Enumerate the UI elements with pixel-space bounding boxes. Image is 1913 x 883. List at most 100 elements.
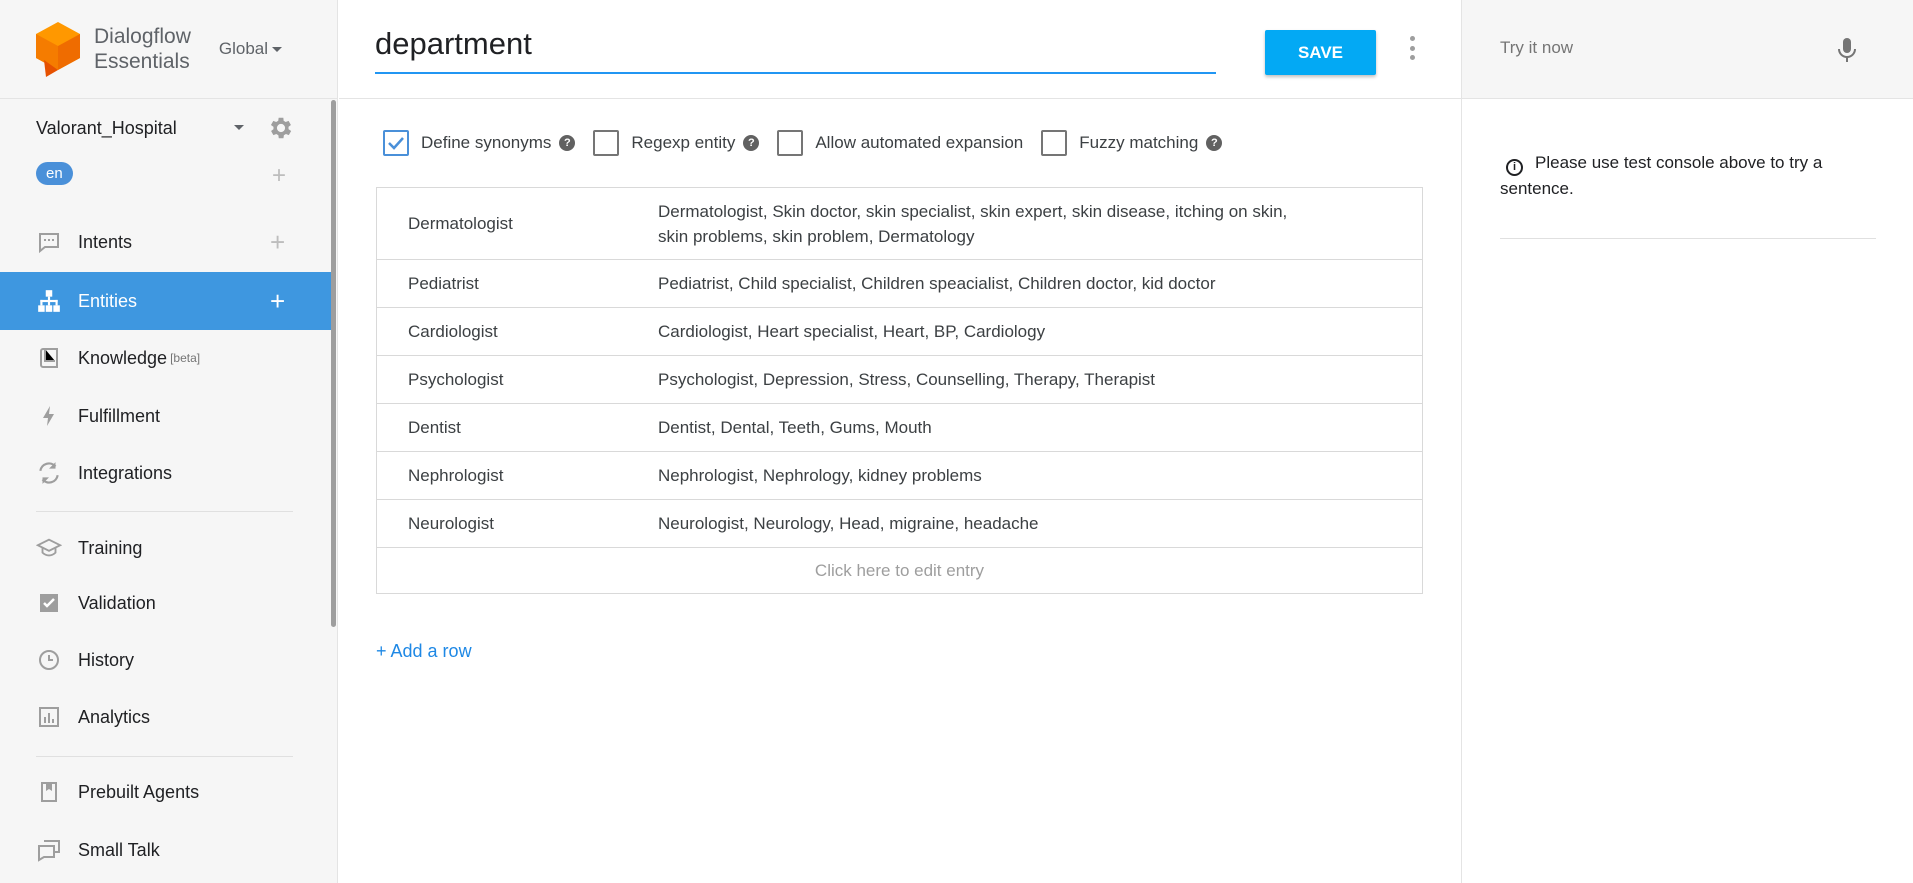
fuzzy-matching-label: Fuzzy matching (1079, 133, 1199, 152)
help-icon[interactable]: ? (559, 135, 576, 151)
sidebar-item-analytics[interactable]: Analytics (0, 688, 331, 746)
sidebar-item-small-talk[interactable]: Small Talk (0, 821, 331, 879)
region-label: Global (218, 39, 269, 58)
graduation-cap-icon (36, 535, 62, 561)
sidebar-scrollbar[interactable] (331, 100, 336, 627)
entry-synonyms[interactable]: Neurologist, Neurology, Head, migraine, … (658, 511, 1422, 536)
add-entity-icon[interactable]: + (270, 288, 285, 314)
add-intent-icon[interactable]: + (270, 229, 285, 255)
help-icon[interactable]: ? (743, 135, 760, 151)
entry-synonyms[interactable]: Dentist, Dental, Teeth, Gums, Mouth (658, 415, 1422, 440)
entry-reference-value[interactable]: Dermatologist (377, 214, 658, 234)
sidebar-item-fulfillment[interactable]: Fulfillment (0, 387, 331, 445)
try-it-now-input[interactable] (1500, 38, 1800, 58)
sidebar-item-prebuilt-agents[interactable]: Prebuilt Agents (0, 763, 331, 821)
save-button[interactable]: SAVE (1265, 30, 1376, 75)
entry-synonyms[interactable]: Nephrologist, Nephrology, kidney problem… (658, 463, 1422, 488)
entry-synonyms[interactable]: Psychologist, Depression, Stress, Counse… (658, 367, 1422, 392)
automated-expansion-checkbox[interactable] (777, 130, 804, 156)
brand-name-line2: Essentials (94, 50, 190, 73)
language-row: en + (36, 162, 298, 190)
edit-entry-placeholder[interactable]: Click here to edit entry (377, 548, 1422, 593)
regexp-entity-option[interactable]: Regexp entity ? (593, 130, 760, 156)
test-console: iPlease use test console above to try a … (1461, 0, 1913, 883)
table-row[interactable]: Dermatologist Dermatologist, Skin doctor… (377, 188, 1422, 260)
gear-icon[interactable] (267, 114, 295, 142)
entry-synonyms[interactable]: Cardiologist, Heart specialist, Heart, B… (658, 319, 1422, 344)
beta-badge: [beta] (170, 351, 201, 365)
brand-header: Dialogflow Essentials Global (0, 0, 337, 99)
table-row[interactable]: Cardiologist Cardiologist, Heart special… (377, 308, 1422, 356)
sidebar-item-label: Integrations (78, 462, 173, 483)
language-badge[interactable]: en (36, 162, 73, 185)
table-row[interactable]: Psychologist Psychologist, Depression, S… (377, 356, 1422, 404)
table-row[interactable]: Nephrologist Nephrologist, Nephrology, k… (377, 452, 1422, 500)
table-row[interactable]: Neurologist Neurologist, Neurology, Head… (377, 500, 1422, 548)
define-synonyms-label: Define synonyms (421, 133, 552, 152)
chevron-down-icon (272, 46, 283, 52)
regexp-entity-checkbox[interactable] (593, 130, 620, 156)
sidebar-item-label: Knowledge (78, 347, 168, 368)
sidebar-item-integrations[interactable]: Integrations (0, 444, 331, 502)
sidebar-item-label: Entities (78, 290, 138, 311)
bookmark-book-icon (36, 779, 62, 805)
define-synonyms-option[interactable]: Define synonyms ? (383, 130, 576, 156)
info-message: i Please use test console above to try a … (1500, 150, 1870, 201)
agent-selector[interactable]: Valorant_Hospital (36, 112, 298, 144)
entity-options: Define synonyms ? Regexp entity ? Allow … (383, 128, 1240, 158)
sidebar-divider (36, 511, 293, 512)
check-box-icon (36, 590, 62, 616)
book-icon (36, 345, 62, 371)
sync-icon (36, 460, 62, 486)
chat-icon (36, 229, 62, 255)
sidebar-item-label: Intents (78, 231, 133, 252)
sidebar-item-intents[interactable]: Intents + (0, 213, 331, 271)
entity-header: SAVE (339, 0, 1461, 99)
automated-expansion-label: Allow automated expansion (815, 133, 1024, 152)
entry-synonyms[interactable]: Dermatologist, Skin doctor, skin special… (658, 199, 1422, 249)
entry-reference-value[interactable]: Pediatrist (377, 274, 658, 294)
sidebar: Dialogflow Essentials Global Valorant_Ho… (0, 0, 338, 883)
lightning-icon (36, 403, 62, 429)
entry-reference-value[interactable]: Nephrologist (377, 466, 658, 486)
entry-reference-value[interactable]: Cardiologist (377, 322, 658, 342)
sidebar-item-label: Small Talk (78, 839, 160, 860)
sidebar-item-validation[interactable]: Validation (0, 574, 331, 632)
entity-name-input[interactable] (375, 26, 1216, 62)
checkmark-icon (388, 137, 404, 150)
fuzzy-matching-option[interactable]: Fuzzy matching ? (1041, 130, 1223, 156)
regexp-entity-label: Regexp entity (631, 133, 736, 152)
agent-name: Valorant_Hospital (36, 117, 177, 138)
sidebar-item-entities[interactable]: Entities + (0, 272, 331, 330)
automated-expansion-option[interactable]: Allow automated expansion (777, 130, 1023, 156)
table-row[interactable]: Pediatrist Pediatrist, Child specialist,… (377, 260, 1422, 308)
fuzzy-matching-checkbox[interactable] (1041, 130, 1068, 156)
entry-reference-value[interactable]: Neurologist (377, 514, 658, 534)
region-selector[interactable]: Global (218, 39, 283, 59)
add-row-link[interactable]: + Add a row (376, 641, 472, 662)
entry-reference-value[interactable]: Psychologist (377, 370, 658, 390)
sidebar-item-label: Analytics (78, 706, 151, 727)
entry-synonyms[interactable]: Pediatrist, Child specialist, Children s… (658, 271, 1422, 296)
entity-entries-table: Dermatologist Dermatologist, Skin doctor… (376, 187, 1423, 594)
sidebar-item-knowledge[interactable]: Knowledge [beta] (0, 329, 331, 387)
info-icon: i (1506, 159, 1523, 176)
sidebar-item-training[interactable]: Training (0, 519, 331, 577)
try-it-now-bar (1462, 0, 1913, 99)
microphone-icon[interactable] (1836, 36, 1858, 64)
add-language-icon[interactable]: + (272, 164, 286, 188)
sidebar-item-label: Validation (78, 592, 156, 613)
dialogflow-logo-icon (36, 22, 80, 77)
table-row[interactable]: Dentist Dentist, Dental, Teeth, Gums, Mo… (377, 404, 1422, 452)
entry-reference-value[interactable]: Dentist (377, 418, 658, 438)
help-icon[interactable]: ? (1206, 135, 1223, 151)
info-divider (1500, 238, 1876, 239)
brand-name-line1: Dialogflow (94, 25, 191, 48)
entity-hierarchy-icon (36, 288, 62, 314)
sidebar-item-history[interactable]: History (0, 631, 331, 689)
bar-chart-icon (36, 704, 62, 730)
more-options-icon[interactable] (1407, 36, 1417, 60)
sidebar-divider (36, 756, 293, 757)
clock-icon (36, 647, 62, 673)
define-synonyms-checkbox[interactable] (383, 130, 409, 156)
